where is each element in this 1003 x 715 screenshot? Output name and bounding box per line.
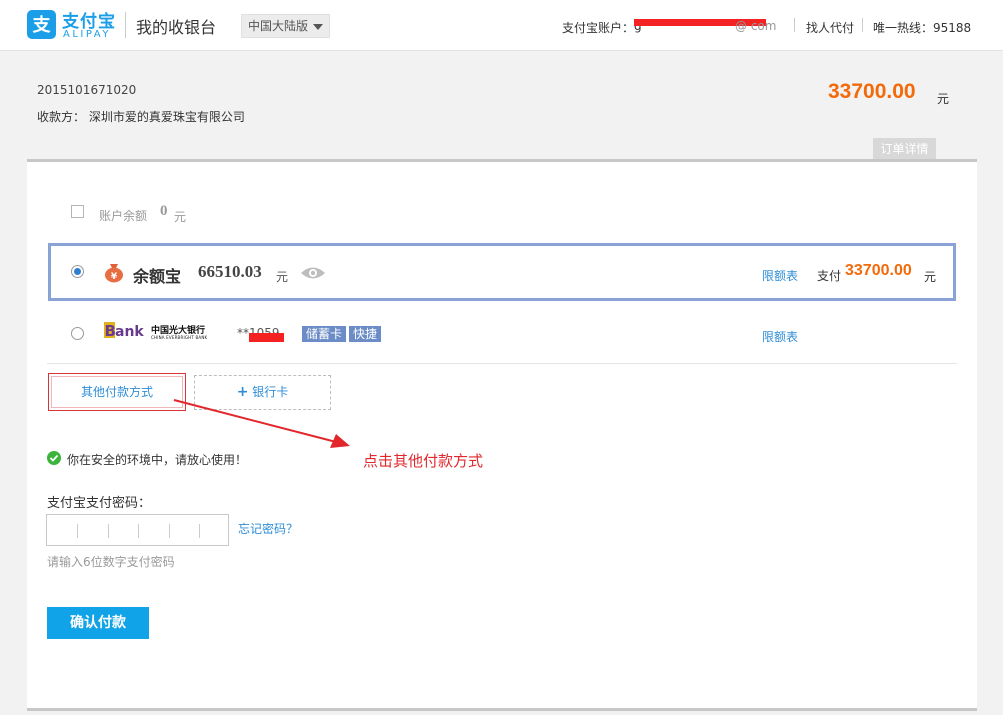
- balance-value: 0: [160, 203, 168, 219]
- order-amount: 33700.00: [828, 80, 916, 103]
- balance-checkbox[interactable]: [71, 205, 84, 218]
- payment-password-input[interactable]: [46, 514, 229, 546]
- yuebao-balance-unit: 元: [276, 270, 289, 284]
- region-label: 中国大陆版: [248, 19, 309, 33]
- order-detail-tab[interactable]: 订单详情: [873, 138, 936, 160]
- find-payer-link[interactable]: 找人代付: [806, 19, 854, 36]
- password-hint: 请输入6位数字支付密码: [47, 555, 175, 569]
- card-number-redaction: [249, 333, 284, 342]
- chevron-down-icon: [313, 23, 324, 30]
- yuebao-name: 余额宝: [133, 267, 182, 286]
- svg-text:支: 支: [32, 14, 52, 36]
- pay-label: 支付: [817, 269, 842, 283]
- top-header: 支 支付宝 ALIPAY 我的收银台 中国大陆版 支付宝账户： g @ com …: [0, 0, 1003, 51]
- header-divider: [794, 18, 795, 32]
- bank-radio[interactable]: [71, 327, 84, 340]
- order-number: 2015101671020: [37, 83, 137, 97]
- pwd-digit-divider: [138, 524, 139, 538]
- annotation-arrow-icon: [173, 399, 350, 448]
- money-bag-icon: ¥: [103, 261, 125, 286]
- password-label: 支付宝支付密码：: [47, 496, 152, 511]
- payee-name: 深圳市爱的真爱珠宝有限公司: [88, 110, 245, 124]
- yuebao-limit-link[interactable]: 限额表: [762, 267, 798, 284]
- payee-label: 收款方：: [37, 110, 86, 124]
- other-payment-methods-button[interactable]: 其他付款方式: [48, 373, 186, 411]
- pwd-digit-divider: [199, 524, 200, 538]
- yuebao-radio[interactable]: [71, 265, 84, 278]
- eye-icon[interactable]: [300, 265, 326, 284]
- pwd-digit-divider: [108, 524, 109, 538]
- balance-label: 账户余额: [99, 209, 148, 223]
- confirm-payment-button[interactable]: 确认付款: [47, 607, 149, 639]
- forgot-password-link[interactable]: 忘记密码？: [238, 520, 298, 537]
- yuebao-balance: 66510.03: [198, 262, 262, 281]
- pay-amount: 33700.00: [845, 262, 912, 279]
- safe-check-icon: [47, 451, 61, 468]
- payee-info: 收款方： 深圳市爱的真爱珠宝有限公司: [37, 108, 245, 125]
- bank-limit-link[interactable]: 限额表: [762, 328, 798, 345]
- alipay-logo-icon[interactable]: 支: [27, 10, 56, 39]
- pwd-digit-divider: [77, 524, 78, 538]
- logo-text-en: ALIPAY: [63, 29, 111, 40]
- region-selector[interactable]: 中国大陆版: [241, 14, 331, 38]
- pwd-digit-divider: [169, 524, 170, 538]
- order-amount-unit: 元: [937, 92, 950, 106]
- options-divider: [47, 363, 957, 364]
- balance-unit: 元: [174, 210, 187, 224]
- svg-text:ank: ank: [115, 324, 144, 340]
- annotation-text: 点击其他付款方式: [363, 452, 484, 470]
- page-title: 我的收银台: [136, 18, 217, 37]
- svg-text:¥: ¥: [111, 272, 118, 282]
- debit-card-tag: 储蓄卡: [302, 326, 347, 342]
- bank-name-en: CHINA EVERBRIGHT BANK: [151, 335, 208, 340]
- hotline-text: 唯一热线：95188: [873, 21, 972, 35]
- header-divider: [862, 18, 863, 32]
- quick-pay-tag: 快捷: [349, 326, 382, 342]
- account-suffix: @ com: [735, 19, 777, 33]
- account-label: 支付宝账户：: [562, 21, 635, 35]
- pay-amount-unit: 元: [924, 270, 937, 284]
- logo-divider: [125, 12, 126, 38]
- safe-env-message: 你在安全的环境中，请放心使用！: [67, 453, 248, 467]
